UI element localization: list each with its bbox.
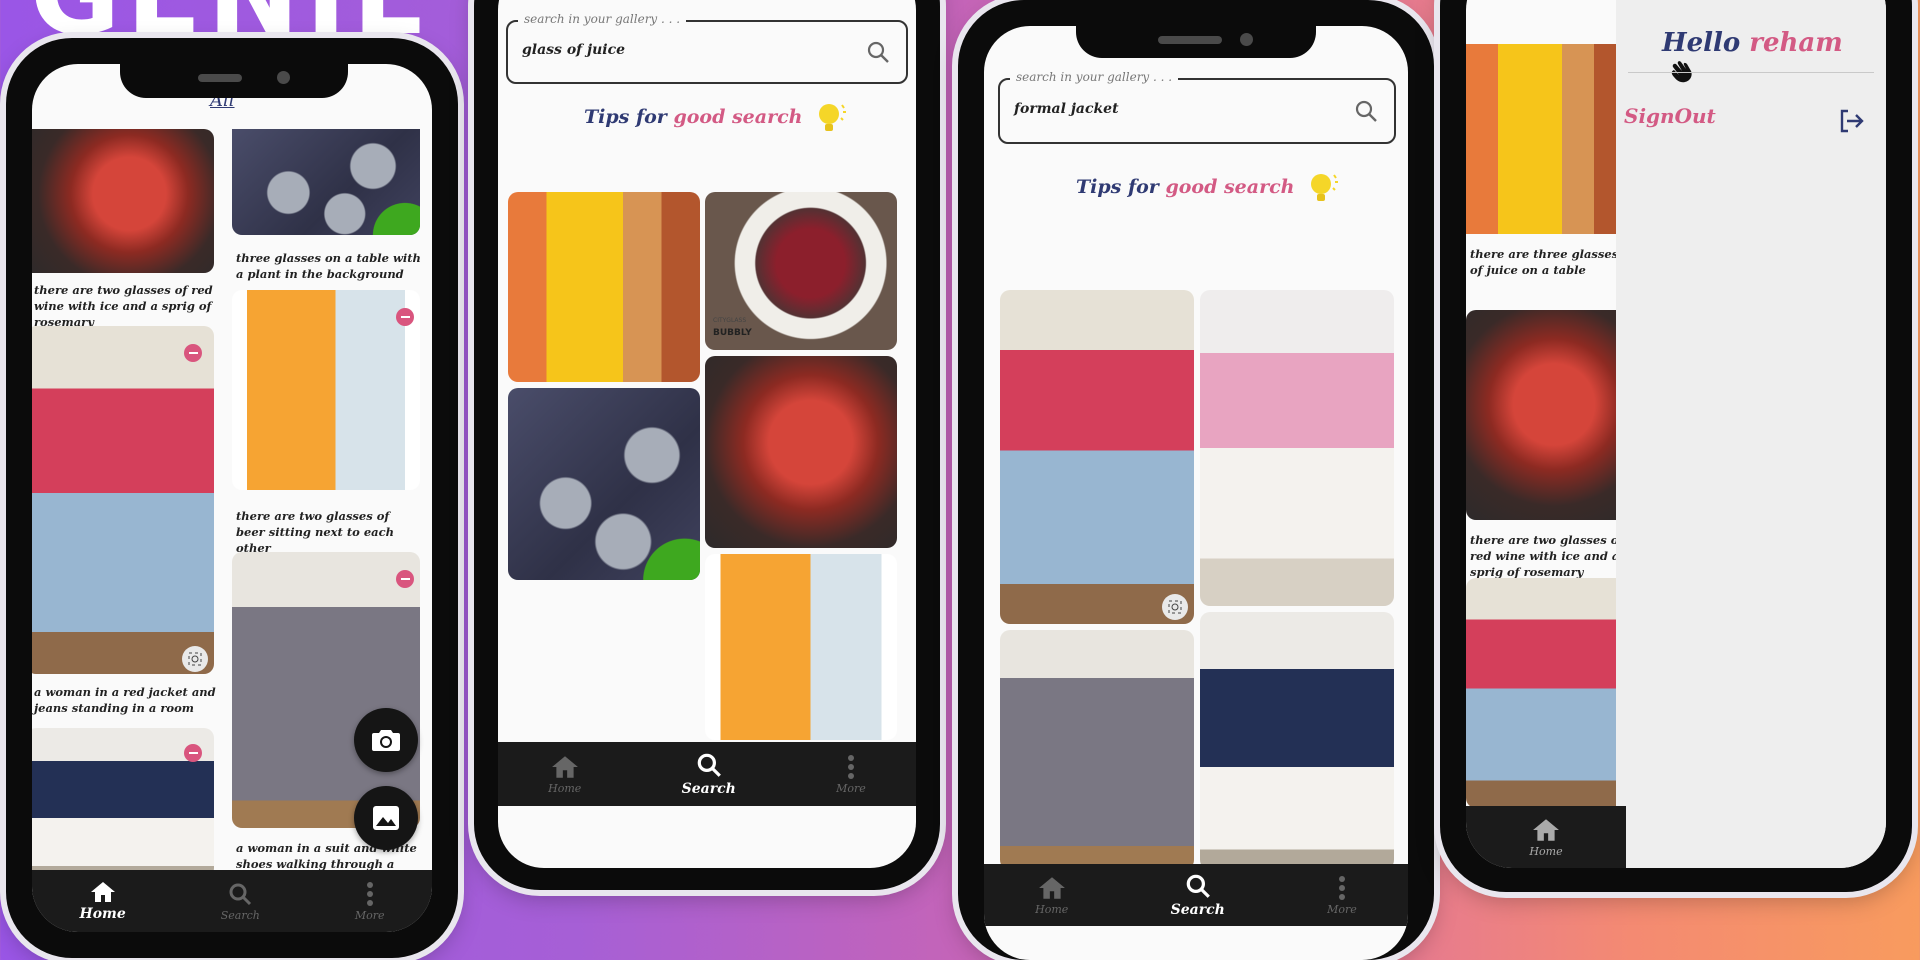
more-vertical-icon <box>366 881 373 906</box>
bottom-nav: Home Search More <box>984 864 1408 926</box>
search-result-grey-suit[interactable] <box>1000 630 1194 870</box>
search-field[interactable]: search in your gallery . . . formal jack… <box>998 70 1396 144</box>
lens-icon[interactable] <box>1162 594 1188 620</box>
nav-home[interactable]: Home <box>548 754 581 795</box>
notch <box>1076 26 1316 58</box>
gallery-image-beer-glasses[interactable] <box>232 290 420 490</box>
bubbly-label: BUBBLY <box>713 328 752 338</box>
search-legend: search in your gallery . . . <box>1010 70 1179 84</box>
image-picker-button[interactable] <box>354 786 418 850</box>
home-icon <box>1038 876 1065 899</box>
gallery-image-red-jacket[interactable] <box>1466 578 1626 808</box>
search-icon[interactable] <box>1354 99 1378 123</box>
gallery-image-red-wine[interactable] <box>1466 310 1626 520</box>
search-icon <box>229 883 252 905</box>
nav-search[interactable]: Search <box>682 751 736 797</box>
search-result-pink-blazer[interactable] <box>1200 290 1394 606</box>
tips-heading[interactable]: Tips for good search <box>1076 172 1341 204</box>
remove-icon[interactable] <box>184 344 202 362</box>
more-vertical-icon <box>847 754 854 779</box>
bottom-nav: Home Search More <box>32 870 432 932</box>
nav-home[interactable]: Home <box>1035 875 1068 916</box>
home-screen: All there are two glasses of red wine wi… <box>32 64 432 932</box>
nav-search[interactable]: Search <box>1171 872 1225 918</box>
phone-home: All there are two glasses of red wine wi… <box>6 38 458 958</box>
home-icon <box>1533 818 1559 841</box>
caption-red-wine: there are two glasses of red wine with i… <box>34 283 213 329</box>
search-input[interactable]: glass of juice <box>522 42 625 58</box>
nav-more[interactable]: More <box>836 754 866 795</box>
more-vertical-icon <box>1338 875 1345 900</box>
gallery-image-three-glasses[interactable] <box>232 129 420 235</box>
gallery-image-red-wine[interactable] <box>32 129 214 273</box>
lightbulb-icon <box>819 104 847 131</box>
home-icon <box>90 882 115 902</box>
gallery-image-red-jacket[interactable] <box>32 326 214 674</box>
logout-icon[interactable] <box>1838 108 1864 134</box>
notch <box>120 64 348 98</box>
tips-heading[interactable]: Tips for good search <box>584 102 849 134</box>
cityglass-label: CITYGLASS <box>713 317 747 324</box>
search-icon <box>1186 874 1210 898</box>
drawer-divider <box>1628 72 1874 73</box>
search-input[interactable]: formal jacket <box>1014 101 1119 117</box>
caption-red-jacket: a woman in a red jacket and jeans standi… <box>34 685 216 715</box>
search-result-red-tea[interactable]: BUBBLY CITYGLASS <box>705 192 897 350</box>
nav-home[interactable]: Home <box>1529 817 1563 858</box>
gallery-image-orange-juice[interactable] <box>1466 44 1626 234</box>
search-field[interactable]: search in your gallery . . . glass of ju… <box>506 12 908 84</box>
lightbulb-icon <box>1311 174 1339 201</box>
waving-hand-icon <box>1671 61 1692 83</box>
search-icon <box>697 753 721 777</box>
search-result-three-glasses[interactable] <box>508 388 700 580</box>
search-result-red-wine[interactable] <box>705 356 897 548</box>
image-icon <box>373 806 399 830</box>
caption-red-wine: there are two glasses of red wine with i… <box>1470 533 1624 579</box>
nav-more[interactable]: More <box>1327 875 1357 916</box>
caption-juice: there are three glasses of juice on a ta… <box>1470 247 1619 277</box>
search-result-navy-blazer[interactable] <box>1200 612 1394 870</box>
search-screen-juice: search in your gallery . . . glass of ju… <box>498 0 916 868</box>
bottom-nav: Home <box>1466 806 1626 868</box>
camera-button[interactable] <box>354 708 418 772</box>
search-icon[interactable] <box>866 40 890 64</box>
search-result-orange-juice[interactable] <box>508 192 700 382</box>
remove-icon[interactable] <box>396 570 414 588</box>
camera-icon <box>372 730 400 751</box>
search-legend: search in your gallery . . . <box>518 12 687 26</box>
nav-search[interactable]: Search <box>221 881 260 922</box>
lens-icon[interactable] <box>182 646 208 672</box>
phone-drawer: there are three glasses of juice on a ta… <box>1440 0 1912 892</box>
phone-search-jacket: search in your gallery . . . formal jack… <box>958 0 1434 960</box>
nav-home[interactable]: Home <box>79 880 126 922</box>
caption-beer: there are two glasses of beer sitting ne… <box>236 509 394 555</box>
caption-three-glasses: three glasses on a table with a plant in… <box>236 251 421 281</box>
phone-search-juice: search in your gallery . . . glass of ju… <box>474 0 940 890</box>
remove-icon[interactable] <box>396 308 414 326</box>
greeting: Hello reham <box>1662 28 1886 89</box>
search-result-beer-glasses[interactable] <box>705 554 897 740</box>
remove-icon[interactable] <box>184 744 202 762</box>
bottom-nav: Home Search More <box>498 742 916 806</box>
nav-more[interactable]: More <box>355 881 384 922</box>
signout-button[interactable]: SignOut <box>1624 104 1716 128</box>
home-icon <box>551 755 578 778</box>
side-drawer: Hello reham SignOut <box>1616 0 1886 868</box>
drawer-screen: there are three glasses of juice on a ta… <box>1466 0 1886 868</box>
search-result-red-jacket[interactable] <box>1000 290 1194 624</box>
search-screen-jacket: search in your gallery . . . formal jack… <box>984 26 1408 960</box>
